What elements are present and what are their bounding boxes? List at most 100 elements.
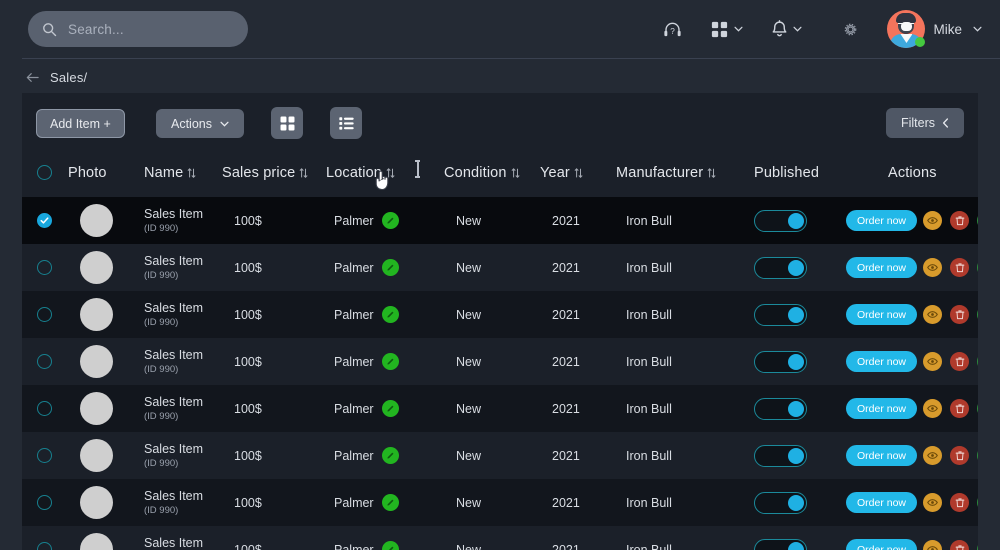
toggle-switch[interactable] bbox=[754, 256, 807, 279]
row-select-checkbox[interactable] bbox=[22, 495, 66, 510]
table-row[interactable]: Sales Item(ID 990) 100$ Palmer New 2021 Iron … bbox=[22, 197, 978, 244]
row-select-checkbox[interactable] bbox=[22, 213, 66, 228]
delete-item-button[interactable] bbox=[950, 540, 970, 550]
row-photo[interactable] bbox=[66, 486, 144, 519]
column-header-sales-price[interactable]: Sales price bbox=[222, 165, 326, 181]
select-all-checkbox[interactable] bbox=[22, 165, 66, 180]
column-header-condition[interactable]: Condition bbox=[426, 165, 536, 181]
delete-item-button[interactable] bbox=[950, 493, 970, 512]
order-now-button[interactable]: Order now bbox=[846, 539, 918, 550]
row-select-checkbox[interactable] bbox=[22, 448, 66, 463]
duplicate-item-button[interactable] bbox=[977, 352, 978, 371]
settings-button[interactable] bbox=[816, 0, 877, 58]
table-row[interactable]: Sales Item(ID 990) 100$ Palmer New 2021 Iron … bbox=[22, 479, 978, 526]
toggle-switch[interactable] bbox=[754, 491, 807, 514]
row-published-toggle[interactable] bbox=[754, 303, 846, 326]
row-photo[interactable] bbox=[66, 392, 144, 425]
delete-item-button[interactable] bbox=[950, 446, 970, 465]
grid-view-button[interactable] bbox=[271, 107, 303, 139]
view-item-button[interactable] bbox=[923, 446, 943, 465]
edit-location-button[interactable] bbox=[381, 541, 399, 550]
toggle-switch[interactable] bbox=[754, 209, 807, 232]
order-now-button[interactable]: Order now bbox=[846, 351, 918, 372]
column-header-published[interactable]: Published bbox=[754, 165, 846, 181]
column-resize-icon[interactable] bbox=[415, 160, 420, 178]
row-photo[interactable] bbox=[66, 251, 144, 284]
table-row[interactable]: Sales Item(ID 990) 100$ Palmer New 2021 Iron … bbox=[22, 432, 978, 479]
row-published-toggle[interactable] bbox=[754, 444, 846, 467]
edit-location-button[interactable] bbox=[381, 494, 399, 511]
order-now-button[interactable]: Order now bbox=[846, 210, 918, 231]
toggle-switch[interactable] bbox=[754, 444, 807, 467]
column-header-manufacturer[interactable]: Manufacturer bbox=[616, 165, 754, 181]
row-select-checkbox[interactable] bbox=[22, 260, 66, 275]
row-published-toggle[interactable] bbox=[754, 256, 846, 279]
column-header-name[interactable]: Name bbox=[144, 165, 222, 181]
row-published-toggle[interactable] bbox=[754, 397, 846, 420]
view-item-button[interactable] bbox=[923, 211, 943, 230]
apps-button[interactable] bbox=[696, 0, 757, 58]
table-row[interactable]: Sales Item(ID 990) 100$ Palmer New 2021 Iron … bbox=[22, 291, 978, 338]
duplicate-item-button[interactable] bbox=[977, 493, 978, 512]
toggle-switch[interactable] bbox=[754, 303, 807, 326]
edit-location-button[interactable] bbox=[381, 400, 399, 417]
row-photo[interactable] bbox=[66, 204, 144, 237]
edit-location-button[interactable] bbox=[381, 447, 399, 464]
column-header-location[interactable]: Location bbox=[326, 165, 426, 181]
table-row[interactable]: Sales Item(ID 990) 100$ Palmer New 2021 Iron … bbox=[22, 385, 978, 432]
column-header-year[interactable]: Year bbox=[536, 165, 616, 181]
view-item-button[interactable] bbox=[923, 305, 943, 324]
order-now-button[interactable]: Order now bbox=[846, 492, 918, 513]
view-item-button[interactable] bbox=[923, 399, 943, 418]
avatar[interactable] bbox=[887, 10, 926, 48]
add-item-button[interactable]: Add Item + bbox=[36, 109, 125, 138]
actions-dropdown-button[interactable]: Actions bbox=[156, 109, 244, 138]
row-select-checkbox[interactable] bbox=[22, 542, 66, 550]
row-photo[interactable] bbox=[66, 439, 144, 472]
order-now-button[interactable]: Order now bbox=[846, 304, 918, 325]
row-photo[interactable] bbox=[66, 533, 144, 550]
back-arrow-icon[interactable] bbox=[26, 72, 39, 83]
duplicate-item-button[interactable] bbox=[977, 399, 978, 418]
duplicate-item-button[interactable] bbox=[977, 305, 978, 324]
filters-button[interactable]: Filters bbox=[885, 108, 964, 138]
notifications-button[interactable] bbox=[757, 0, 816, 58]
duplicate-item-button[interactable] bbox=[977, 446, 978, 465]
delete-item-button[interactable] bbox=[950, 352, 970, 371]
row-select-checkbox[interactable] bbox=[22, 401, 66, 416]
row-photo[interactable] bbox=[66, 345, 144, 378]
search-input[interactable]: Search... bbox=[28, 11, 248, 47]
delete-item-button[interactable] bbox=[950, 258, 970, 277]
table-row[interactable]: Sales Item(ID 990) 100$ Palmer New 2021 Iron … bbox=[22, 244, 978, 291]
column-header-photo[interactable]: Photo bbox=[66, 165, 144, 181]
delete-item-button[interactable] bbox=[950, 305, 970, 324]
view-item-button[interactable] bbox=[923, 540, 943, 550]
table-row[interactable]: Sales Item(ID 990) 100$ Palmer New 2021 Iron … bbox=[22, 338, 978, 385]
view-item-button[interactable] bbox=[923, 258, 943, 277]
row-select-checkbox[interactable] bbox=[22, 307, 66, 322]
edit-location-button[interactable] bbox=[381, 259, 399, 276]
delete-item-button[interactable] bbox=[950, 399, 970, 418]
edit-location-button[interactable] bbox=[381, 212, 399, 229]
duplicate-item-button[interactable] bbox=[977, 258, 978, 277]
order-now-button[interactable]: Order now bbox=[846, 398, 918, 419]
duplicate-item-button[interactable] bbox=[977, 540, 978, 550]
row-published-toggle[interactable] bbox=[754, 538, 846, 550]
delete-item-button[interactable] bbox=[950, 211, 970, 230]
toggle-switch[interactable] bbox=[754, 538, 807, 550]
row-select-checkbox[interactable] bbox=[22, 354, 66, 369]
row-photo[interactable] bbox=[66, 298, 144, 331]
row-published-toggle[interactable] bbox=[754, 491, 846, 514]
order-now-button[interactable]: Order now bbox=[846, 445, 918, 466]
row-published-toggle[interactable] bbox=[754, 209, 846, 232]
breadcrumb-path[interactable]: Sales/ bbox=[50, 70, 87, 85]
duplicate-item-button[interactable] bbox=[977, 211, 978, 230]
order-now-button[interactable]: Order now bbox=[846, 257, 918, 278]
help-button[interactable]: ? bbox=[649, 0, 696, 58]
view-item-button[interactable] bbox=[923, 493, 943, 512]
toggle-switch[interactable] bbox=[754, 350, 807, 373]
view-item-button[interactable] bbox=[923, 352, 943, 371]
edit-location-button[interactable] bbox=[381, 306, 399, 323]
user-menu-button[interactable]: Mike bbox=[929, 0, 986, 58]
list-view-button[interactable] bbox=[330, 107, 362, 139]
